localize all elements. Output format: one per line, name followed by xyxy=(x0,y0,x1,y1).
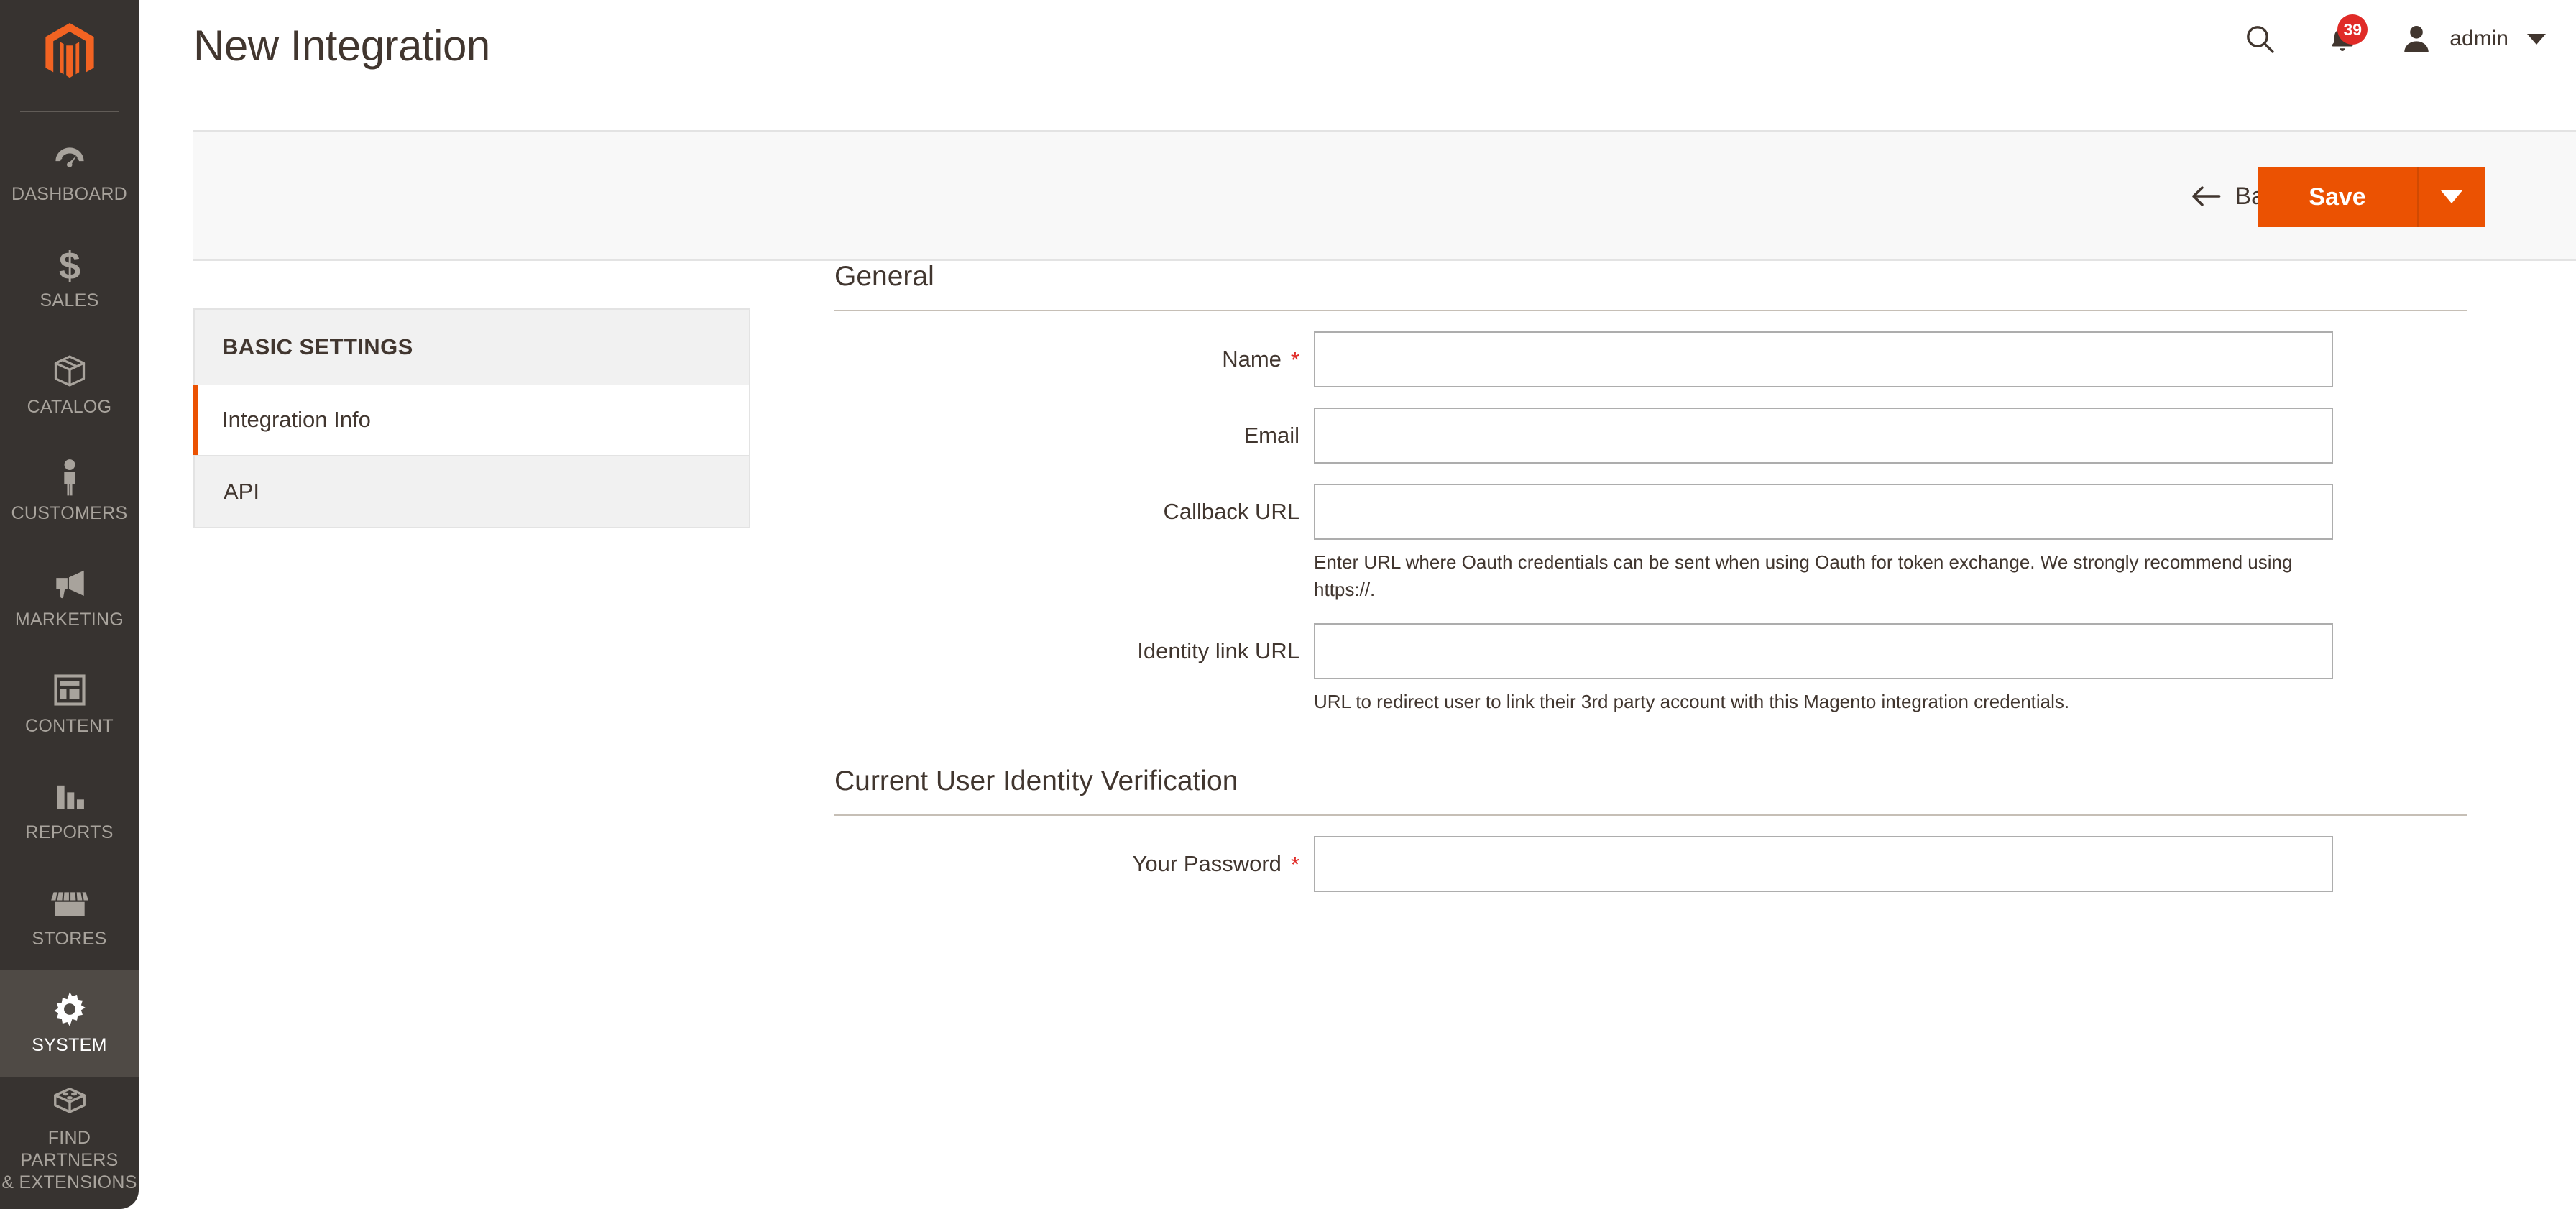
field-note-callback-url: Enter URL where Oauth credentials can be… xyxy=(1314,551,2293,600)
save-split-button: Save xyxy=(2258,167,2485,227)
identity-verification-section: Current User Identity Verification Your … xyxy=(834,766,2467,892)
sidebar-item-system[interactable]: SYSTEM xyxy=(0,970,139,1077)
sidebar-item-sales[interactable]: $ SALES xyxy=(0,226,139,332)
field-note-identity-link-url: URL to redirect user to link their 3rd p… xyxy=(1314,691,2070,712)
tabs-panel-header-label: BASIC SETTINGS xyxy=(222,334,413,359)
field-row-name: Name * xyxy=(834,311,2467,387)
tabs-panel-header: BASIC SETTINGS xyxy=(193,308,750,385)
field-label-wrap: Callback URL xyxy=(834,484,1314,540)
general-section-title: General xyxy=(834,261,934,292)
search-icon[interactable] xyxy=(2231,13,2288,65)
sidebar-item-label: REPORTS xyxy=(25,822,114,842)
identity-section-title: Current User Identity Verification xyxy=(834,766,1238,796)
general-section: General Name * Email Callback URL Enter URL … xyxy=(834,261,2467,715)
person-icon xyxy=(55,458,84,497)
sidebar-item-label: CUSTOMERS xyxy=(11,502,128,523)
box-icon xyxy=(51,351,88,390)
megaphone-icon xyxy=(50,564,89,603)
header-actions: 39 admin xyxy=(2231,13,2550,65)
field-label-identity-link-url: Identity link URL xyxy=(1137,638,1300,663)
field-control: URL to redirect user to link their 3rd p… xyxy=(1314,623,2334,715)
sidebar-item-marketing[interactable]: MARKETING xyxy=(0,545,139,651)
your-password-input[interactable] xyxy=(1314,836,2333,892)
magento-logo[interactable] xyxy=(0,0,139,106)
field-label-email: Email xyxy=(1243,423,1300,448)
sidebar-nav-list: DASHBOARD $ SALES CATALOG CUSTOMERS MARKETING… xyxy=(0,119,139,1201)
notification-count-badge: 39 xyxy=(2337,14,2368,45)
user-avatar-icon xyxy=(2404,26,2429,52)
bar-chart-icon xyxy=(51,777,88,816)
field-row-identity-link-url: Identity link URL URL to redirect user to… xyxy=(834,603,2467,715)
chevron-down-icon xyxy=(2441,190,2462,203)
field-label-callback-url: Callback URL xyxy=(1163,499,1300,524)
user-account-menu[interactable]: admin xyxy=(2399,13,2550,65)
sidebar-item-label: STORES xyxy=(32,928,107,949)
callback-url-input[interactable] xyxy=(1314,484,2333,540)
field-control xyxy=(1314,408,2334,464)
sidebar-item-label: CONTENT xyxy=(25,715,114,736)
notifications-bell-button[interactable]: 39 xyxy=(2312,13,2373,65)
field-control xyxy=(1314,331,2334,387)
identity-fields: Your Password * xyxy=(834,816,2467,892)
magento-logo-icon xyxy=(45,23,94,78)
general-fields: Name * Email Callback URL Enter URL where Oa… xyxy=(834,311,2467,715)
arrow-left-icon xyxy=(2192,186,2221,206)
sidebar-item-customers[interactable]: CUSTOMERS xyxy=(0,438,139,545)
tabs-list: Integration Info API xyxy=(193,385,750,528)
tab-label: API xyxy=(224,479,259,504)
sidebar-item-find-partners-extensions[interactable]: FIND PARTNERS & EXTENSIONS xyxy=(0,1077,139,1201)
field-label-name: Name xyxy=(1222,346,1282,372)
sidebar-item-label: FIND PARTNERS & EXTENSIONS xyxy=(1,1128,137,1192)
save-button[interactable]: Save xyxy=(2258,167,2417,227)
save-dropdown-toggle[interactable] xyxy=(2417,167,2485,227)
sidebar-item-label: SYSTEM xyxy=(32,1034,107,1055)
search-glass-icon xyxy=(2247,26,2274,53)
identity-link-url-input[interactable] xyxy=(1314,623,2333,679)
tab-integration-info[interactable]: Integration Info xyxy=(193,385,750,456)
sidebar-divider xyxy=(19,111,119,112)
email-input[interactable] xyxy=(1314,408,2333,464)
layout-grid-icon xyxy=(51,671,88,709)
sidebar-item-label: CATALOG xyxy=(27,396,112,417)
svg-text:$: $ xyxy=(58,244,80,285)
dashboard-gauge-icon xyxy=(52,139,88,178)
required-asterisk: * xyxy=(1290,346,1300,372)
field-label-wrap: Your Password * xyxy=(834,836,1314,892)
sidebar-item-reports[interactable]: REPORTS xyxy=(0,758,139,864)
field-label-your-password: Your Password xyxy=(1132,851,1282,876)
sidebar-item-dashboard[interactable]: DASHBOARD xyxy=(0,119,139,226)
tab-api[interactable]: API xyxy=(193,456,750,528)
dollar-sign-icon: $ xyxy=(55,244,84,285)
sidebar-item-label: SALES xyxy=(40,290,99,311)
storefront-icon xyxy=(50,883,90,922)
sidebar-item-content[interactable]: CONTENT xyxy=(0,651,139,758)
page-actions-toolbar: Back Save xyxy=(193,130,2576,261)
basic-settings-tabs-panel: BASIC SETTINGS Integration Info API xyxy=(193,308,750,528)
main-sidebar: DASHBOARD $ SALES CATALOG CUSTOMERS MARKETING… xyxy=(0,0,139,1209)
tab-label: Integration Info xyxy=(222,407,371,432)
field-label-wrap: Email xyxy=(834,408,1314,464)
field-label-wrap: Identity link URL xyxy=(834,623,1314,679)
puzzle-block-icon xyxy=(50,1082,89,1121)
sidebar-item-catalog[interactable]: CATALOG xyxy=(0,332,139,438)
sidebar-item-label: MARKETING xyxy=(14,609,124,630)
required-asterisk: * xyxy=(1290,851,1300,877)
name-input[interactable] xyxy=(1314,331,2333,387)
sidebar-item-stores[interactable]: STORES xyxy=(0,864,139,970)
field-row-your-password: Your Password * xyxy=(834,816,2467,892)
top-header-bar: New Integration 39 admin xyxy=(139,0,2576,106)
field-row-callback-url: Callback URL Enter URL where Oauth creden… xyxy=(834,464,2467,603)
field-row-email: Email xyxy=(834,387,2467,464)
page-title: New Integration xyxy=(193,22,490,70)
sidebar-item-label: DASHBOARD xyxy=(11,183,128,204)
admin-page-root: DASHBOARD $ SALES CATALOG CUSTOMERS MARKETING… xyxy=(0,0,2576,1209)
chevron-down-icon xyxy=(2527,33,2546,45)
gear-icon xyxy=(50,990,90,1029)
user-name-label: admin xyxy=(2450,27,2508,50)
field-control: Enter URL where Oauth credentials can be… xyxy=(1314,484,2334,603)
field-control xyxy=(1314,836,2334,892)
page-content: BASIC SETTINGS Integration Info API Gener… xyxy=(139,261,2576,1209)
field-label-wrap: Name * xyxy=(834,331,1314,387)
